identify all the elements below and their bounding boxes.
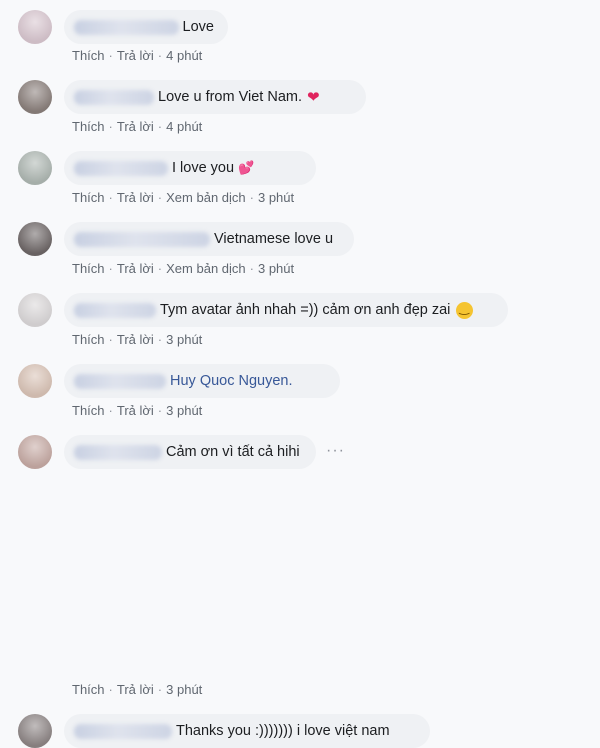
smile-emoji-icon bbox=[456, 301, 474, 319]
comment-bubble: Vietnamese love u bbox=[64, 222, 354, 256]
comment-bubble: Love u from Viet Nam. ❤ bbox=[64, 80, 366, 114]
avatar[interactable] bbox=[18, 293, 52, 327]
two-hearts-emoji-icon: 💕 bbox=[238, 160, 254, 175]
author-name-blurred[interactable] bbox=[74, 373, 166, 389]
like-link[interactable]: Thích bbox=[72, 682, 105, 697]
comment-bubble: Tym avatar ảnh nhah =)) cảm ơn anh đẹp z… bbox=[64, 293, 508, 327]
like-link[interactable]: Thích bbox=[72, 190, 105, 205]
author-name-blurred[interactable] bbox=[74, 444, 162, 460]
comment-text: Love u from Viet Nam. bbox=[158, 89, 302, 105]
like-link[interactable]: Thích bbox=[72, 261, 105, 276]
timestamp[interactable]: 3 phút bbox=[166, 403, 202, 418]
avatar[interactable] bbox=[18, 714, 52, 748]
reply-link[interactable]: Trả lời bbox=[117, 332, 154, 347]
avatar[interactable] bbox=[18, 364, 52, 398]
reply-link[interactable]: Trả lời bbox=[117, 48, 154, 63]
author-name-blurred[interactable] bbox=[74, 723, 172, 739]
reply-link[interactable]: Trả lời bbox=[117, 190, 154, 205]
mentioned-user-link[interactable]: Huy Quoc Nguyen. bbox=[170, 373, 293, 389]
comment-actions: Thích · Trả lời · Xem bản dịch · 3 phút bbox=[72, 190, 295, 205]
comment-actions: Thích · Trả lời · Xem bản dịch · 3 phút bbox=[72, 261, 295, 276]
comment-bubble: Thanks you :))))))) i love việt nam bbox=[64, 714, 430, 748]
comment-text: Vietnamese love u bbox=[214, 231, 334, 247]
timestamp[interactable]: 4 phút bbox=[166, 119, 202, 134]
comment-actions: Thích · Trả lời · 4 phút bbox=[72, 48, 203, 63]
comment-bubble: Cảm ơn vì tất cả hihi bbox=[64, 435, 316, 469]
comment-actions: Thích · Trả lời · 3 phút bbox=[72, 682, 203, 697]
comment-actions: Thích · Trả lời · 3 phút bbox=[72, 403, 203, 418]
author-name-blurred[interactable] bbox=[74, 19, 179, 35]
author-name-blurred[interactable] bbox=[74, 160, 168, 176]
timestamp[interactable]: 3 phút bbox=[258, 190, 294, 205]
reply-link[interactable]: Trả lời bbox=[117, 261, 154, 276]
avatar[interactable] bbox=[18, 80, 52, 114]
timestamp[interactable]: 4 phút bbox=[166, 48, 202, 63]
avatar[interactable] bbox=[18, 222, 52, 256]
comment-bubble: Huy Quoc Nguyen. bbox=[64, 364, 340, 398]
comment-bubble: Love bbox=[64, 10, 228, 44]
author-name-blurred[interactable] bbox=[74, 302, 156, 318]
avatar[interactable] bbox=[18, 10, 52, 44]
avatar[interactable] bbox=[18, 435, 52, 469]
more-options-icon[interactable]: ··· bbox=[326, 442, 345, 460]
comment-bubble: I love you 💕 bbox=[64, 151, 316, 185]
reply-link[interactable]: Trả lời bbox=[117, 682, 154, 697]
comment-actions: Thích · Trả lời · 3 phút bbox=[72, 332, 203, 347]
like-link[interactable]: Thích bbox=[72, 119, 105, 134]
comment-actions: Thích · Trả lời · 4 phút bbox=[72, 119, 203, 134]
see-translation-link[interactable]: Xem bản dịch bbox=[166, 261, 246, 276]
timestamp[interactable]: 3 phút bbox=[166, 332, 202, 347]
see-translation-link[interactable]: Xem bản dịch bbox=[166, 190, 246, 205]
heart-emoji-icon: ❤ bbox=[307, 89, 320, 106]
comment-text: Tym avatar ảnh nhah =)) cảm ơn anh đẹp z… bbox=[160, 302, 451, 318]
reply-link[interactable]: Trả lời bbox=[117, 403, 154, 418]
timestamp[interactable]: 3 phút bbox=[258, 261, 294, 276]
avatar[interactable] bbox=[18, 151, 52, 185]
comment-text: Cảm ơn vì tất cả hihi bbox=[166, 444, 300, 460]
comment-text: I love you bbox=[172, 160, 235, 176]
like-link[interactable]: Thích bbox=[72, 403, 105, 418]
author-name-blurred[interactable] bbox=[74, 231, 210, 247]
comment-text: Thanks you :))))))) i love việt nam bbox=[176, 723, 390, 739]
reply-link[interactable]: Trả lời bbox=[117, 119, 154, 134]
comment-text: Love bbox=[182, 19, 214, 35]
like-link[interactable]: Thích bbox=[72, 332, 105, 347]
timestamp[interactable]: 3 phút bbox=[166, 682, 202, 697]
author-name-blurred[interactable] bbox=[74, 89, 154, 105]
like-link[interactable]: Thích bbox=[72, 48, 105, 63]
